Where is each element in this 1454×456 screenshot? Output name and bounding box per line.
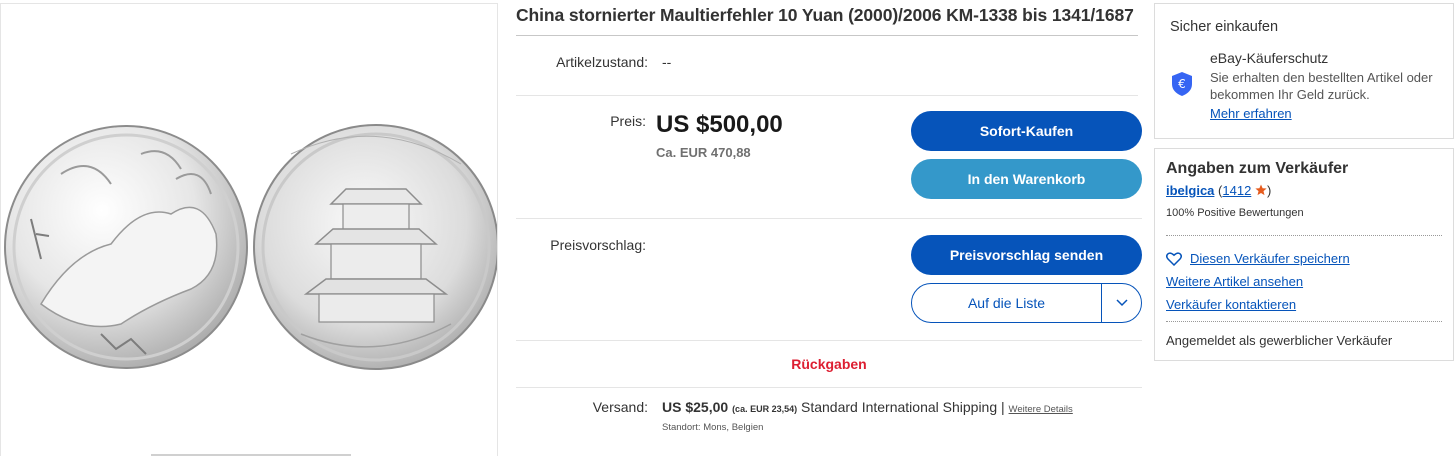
save-seller-label: Diesen Verkäufer speichern: [1190, 251, 1350, 266]
condition-value: --: [662, 54, 672, 70]
item-location: Standort: Mons, Belgien: [662, 422, 764, 433]
offer-label: Preisvorschlag:: [550, 237, 646, 253]
contact-seller-link[interactable]: Verkäufer kontaktieren: [1166, 293, 1350, 316]
shipping-amount: US $25,00: [662, 399, 729, 415]
shipping-details-link[interactable]: Weitere Details: [1009, 404, 1073, 415]
price-converted: Ca. EUR 470,88: [656, 145, 751, 160]
buyer-protection-title: eBay-Käuferschutz: [1210, 50, 1329, 66]
shipping-label: Versand:: [592, 399, 648, 415]
positive-feedback: 100% Positive Bewertungen: [1166, 207, 1304, 219]
dotted-divider: [1166, 235, 1442, 236]
dotted-divider: [1166, 321, 1442, 322]
shield-euro-icon: €: [1172, 72, 1192, 96]
price-label: Preis:: [610, 113, 646, 129]
seller-name-link[interactable]: ibelgica: [1166, 183, 1214, 198]
more-items-link[interactable]: Weitere Artikel ansehen: [1166, 270, 1350, 293]
returns-label: Rückgaben: [791, 356, 867, 372]
add-to-cart-button[interactable]: In den Warenkorb: [911, 159, 1142, 199]
save-seller-link[interactable]: Diesen Verkäufer speichern: [1166, 247, 1350, 270]
buy-now-button[interactable]: Sofort-Kaufen: [911, 111, 1142, 151]
condition-label: Artikelzustand:: [556, 54, 648, 70]
offer-row: Preisvorschlag: Preisvorschlag senden Au…: [516, 219, 1142, 340]
watchlist-dropdown[interactable]: [1101, 284, 1141, 322]
shipping-value: US $25,00 (ca. EUR 23,54) Standard Inter…: [662, 399, 1073, 415]
condition-row: Artikelzustand: --: [516, 36, 1142, 95]
seller-heading: Angaben zum Verkäufer: [1166, 160, 1349, 177]
price-value: US $500,00: [656, 111, 783, 138]
watchlist-label: Auf die Liste: [967, 295, 1046, 311]
heart-icon: [1166, 251, 1182, 266]
shield-symbol: €: [1178, 77, 1186, 91]
star-icon: [1255, 184, 1267, 196]
feedback-close-paren: ): [1266, 183, 1272, 198]
shipping-method: Standard International Shipping |: [800, 399, 1005, 415]
seller-name-row: ibelgica (1412 ): [1166, 183, 1271, 198]
coin-image: [4, 124, 497, 370]
product-image-panel[interactable]: [0, 3, 498, 456]
learn-more-link[interactable]: Mehr erfahren: [1210, 106, 1292, 121]
seller-info-card: Angaben zum Verkäufer ibelgica (1412 ) 1…: [1154, 148, 1454, 361]
make-offer-button[interactable]: Preisvorschlag senden: [911, 235, 1142, 275]
business-seller-note: Angemeldet als gewerblicher Verkäufer: [1166, 333, 1393, 348]
chevron-down-icon: [1115, 299, 1128, 307]
returns-row: Rückgaben: [516, 341, 1142, 387]
shipping-converted: (ca. EUR 23,54): [732, 404, 798, 414]
watchlist-button[interactable]: Auf die Liste: [911, 283, 1142, 323]
buyer-protection-card: Sicher einkaufen € eBay-Käuferschutz Sie…: [1154, 3, 1454, 139]
shipping-row: Versand: US $25,00 (ca. EUR 23,54) Stand…: [516, 388, 1142, 438]
secure-heading: Sicher einkaufen: [1170, 19, 1279, 35]
buyer-protection-text: Sie erhalten den bestellten Artikel oder…: [1210, 70, 1433, 102]
seller-links: Diesen Verkäufer speichern Weitere Artik…: [1166, 247, 1350, 316]
price-row: Preis: US $500,00 Ca. EUR 470,88 Sofort-…: [516, 96, 1142, 218]
item-title: China stornierter Maultierfehler 10 Yuan…: [516, 5, 1134, 25]
item-details: China stornierter Maultierfehler 10 Yuan…: [516, 0, 1142, 438]
feedback-score-link[interactable]: 1412: [1222, 183, 1251, 198]
